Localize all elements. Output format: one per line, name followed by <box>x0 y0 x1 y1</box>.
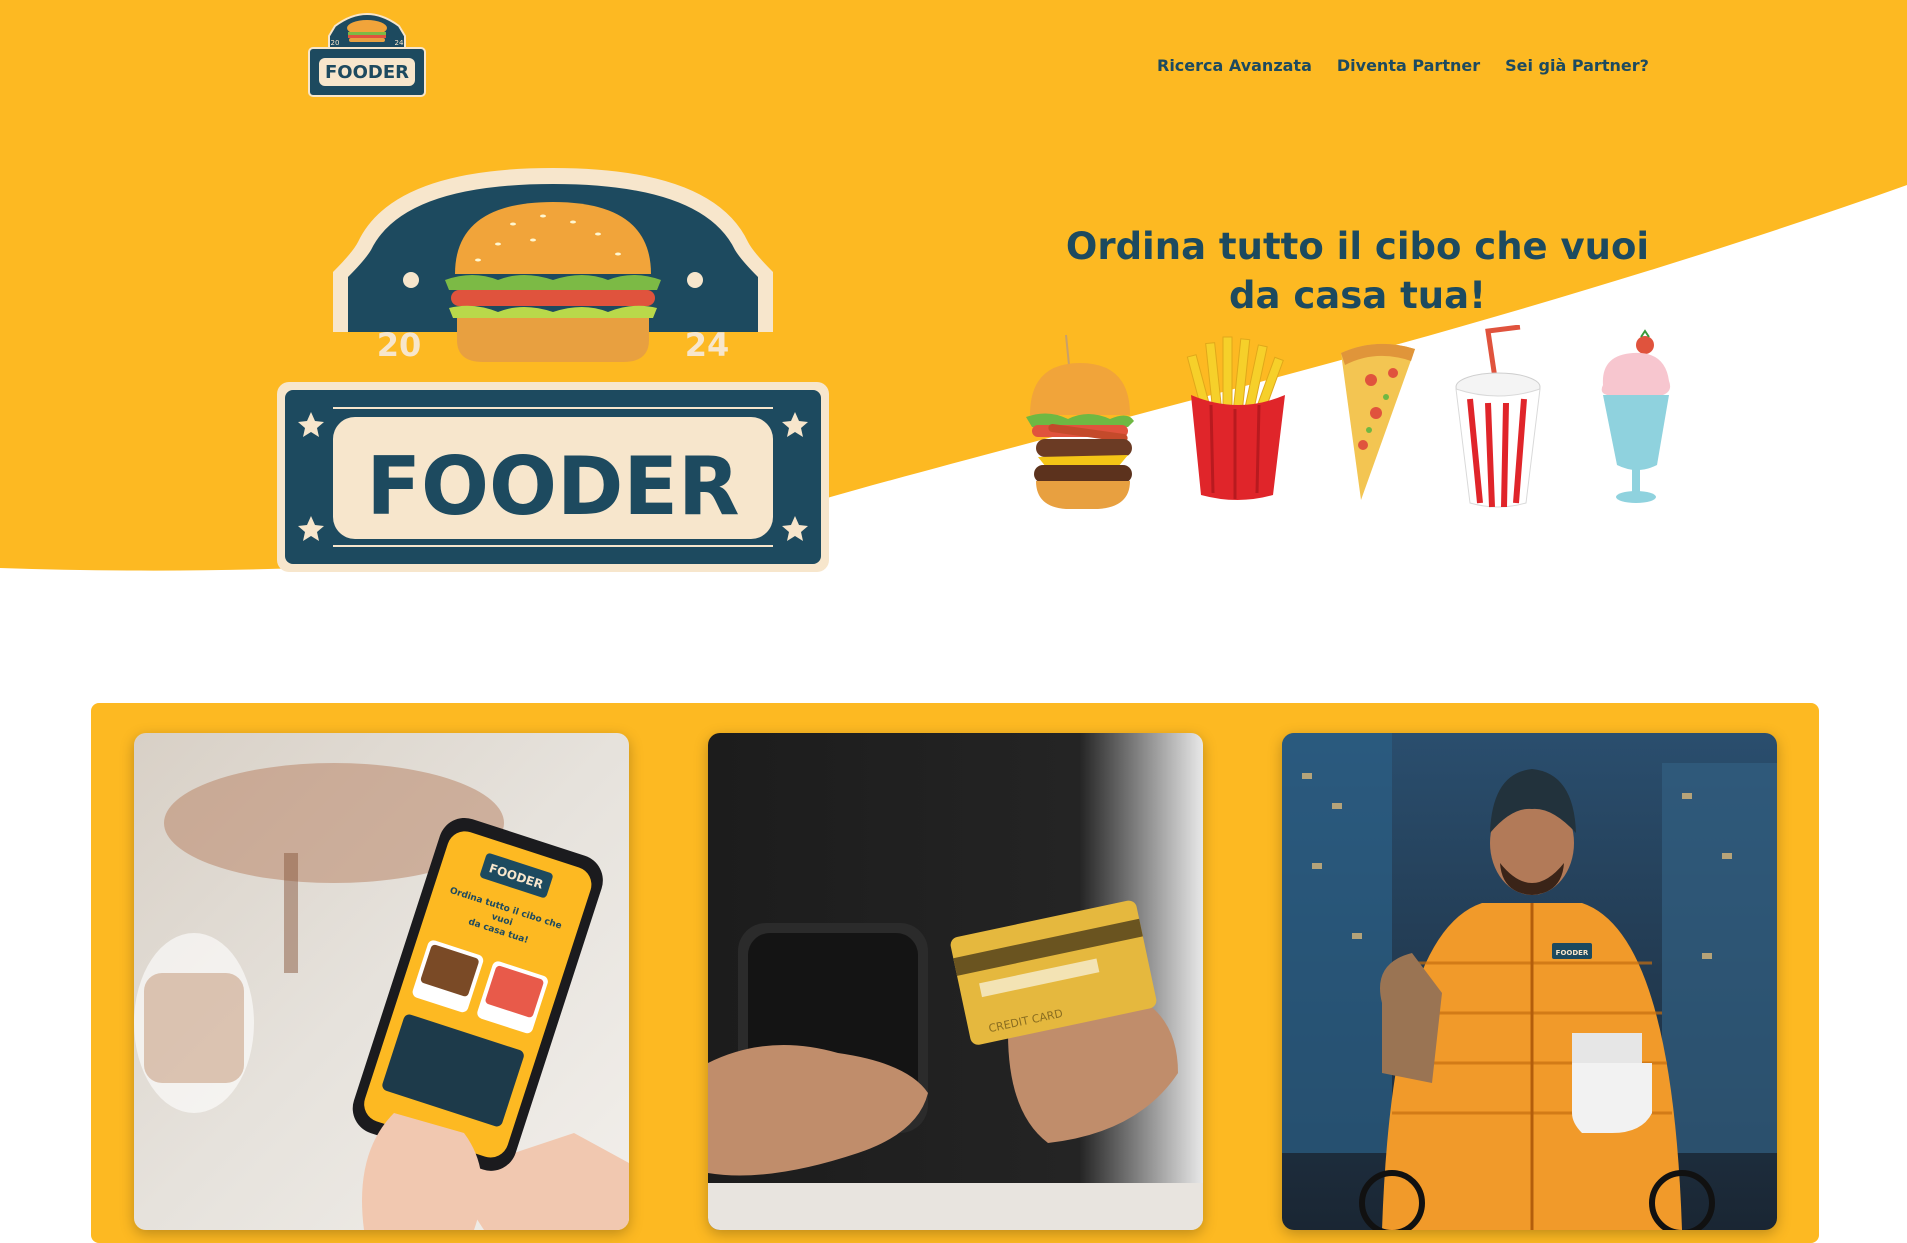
phone-app-card: FOODER Ordina tutto il cibo che vuoi da … <box>134 733 629 1230</box>
food-illustrations <box>1018 325 1678 515</box>
fries-icon <box>1186 336 1285 500</box>
payment-photo: CREDIT CARD <box>708 733 1203 1230</box>
svg-text:FOODER: FOODER <box>366 440 739 533</box>
main-nav: Ricerca Avanzata Diventa Partner Sei già… <box>1157 56 1649 75</box>
payment-card: CREDIT CARD <box>708 733 1203 1230</box>
headline-line-2: da casa tua! <box>1229 274 1486 317</box>
phone-app-photo: FOODER Ordina tutto il cibo che vuoi da … <box>134 733 629 1230</box>
hero-logo: 20 24 FOODER <box>277 168 829 572</box>
svg-text:20: 20 <box>377 326 422 364</box>
courier-card: FOODER <box>1282 733 1777 1230</box>
site-header: FOODER 20 24 Ricerca Avanzata Diventa Pa… <box>0 0 1907 110</box>
feature-panel: FOODER Ordina tutto il cibo che vuoi da … <box>91 703 1819 1243</box>
nav-diventa-partner[interactable]: Diventa Partner <box>1337 56 1480 75</box>
svg-text:24: 24 <box>395 39 404 47</box>
svg-text:20: 20 <box>331 39 340 47</box>
nav-ricerca-avanzata[interactable]: Ricerca Avanzata <box>1157 56 1312 75</box>
headline-line-1: Ordina tutto il cibo che vuoi <box>1065 225 1650 268</box>
header-logo[interactable]: FOODER 20 24 <box>305 8 429 98</box>
milkshake-icon <box>1601 329 1671 503</box>
svg-text:FOODER: FOODER <box>1556 949 1589 957</box>
svg-text:24: 24 <box>685 326 730 364</box>
soda-cup-icon <box>1455 325 1541 508</box>
courier-photo: FOODER <box>1282 733 1777 1230</box>
pizza-slice-icon <box>1341 343 1415 500</box>
burger-icon <box>1026 334 1134 509</box>
nav-sei-gia-partner[interactable]: Sei già Partner? <box>1505 56 1649 75</box>
svg-text:FOODER: FOODER <box>325 62 409 83</box>
hero-headline: Ordina tutto il cibo che vuoi da casa tu… <box>1040 222 1675 320</box>
